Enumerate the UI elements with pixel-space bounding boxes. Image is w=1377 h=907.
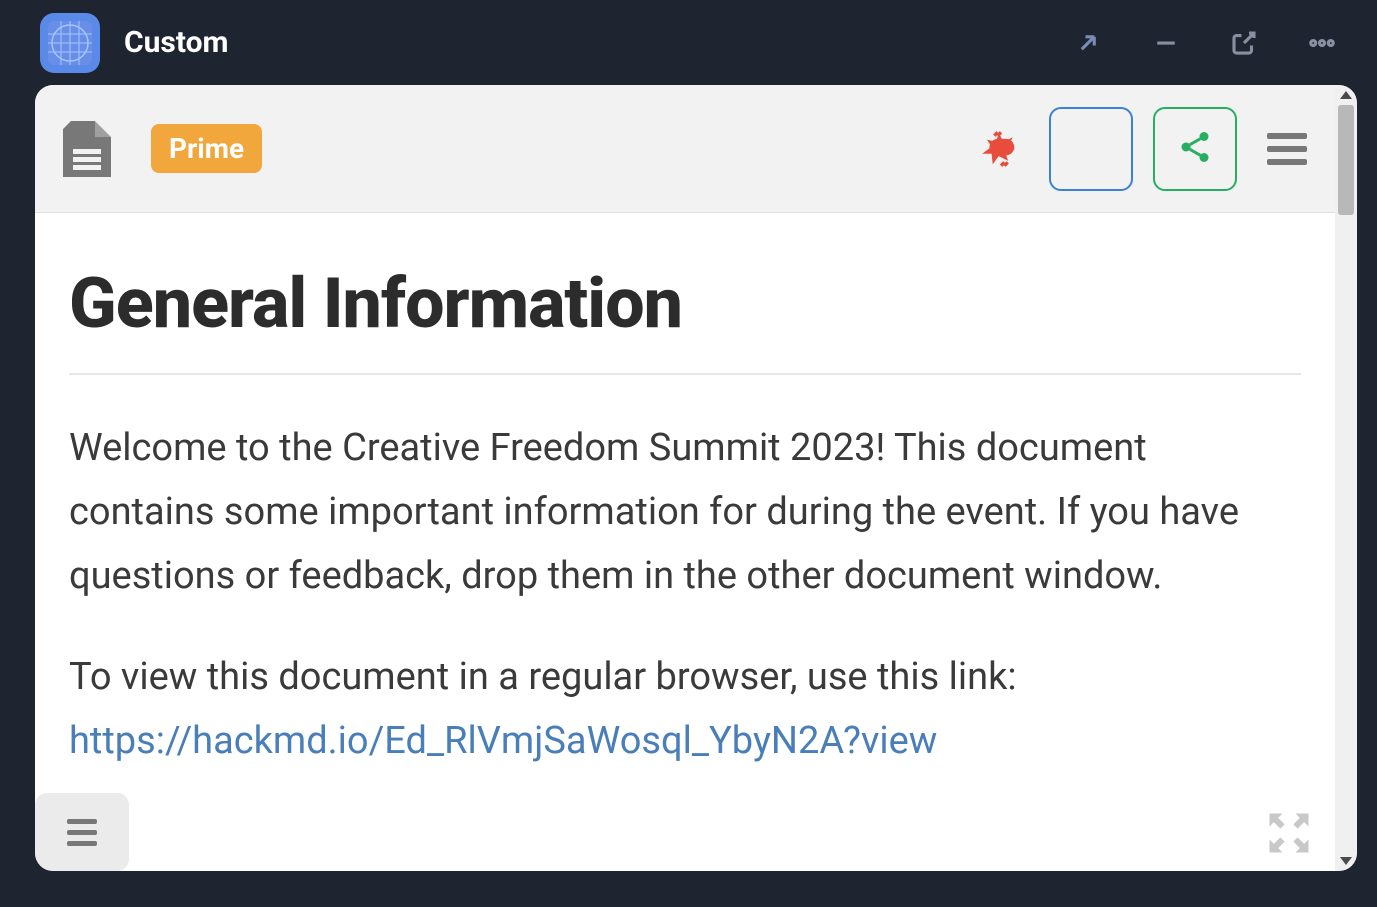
- scroll-down-icon[interactable]: [1340, 857, 1352, 865]
- document-body: General Information Welcome to the Creat…: [35, 213, 1335, 871]
- menu-icon[interactable]: [1267, 133, 1307, 165]
- content-inner: Prime: [35, 85, 1335, 871]
- window-chrome: Custom: [0, 0, 1377, 85]
- toolbar-right: [981, 107, 1307, 191]
- expand-arrow-icon[interactable]: [1073, 28, 1103, 58]
- share-icon: [1177, 129, 1213, 169]
- content-window: Prime: [35, 85, 1357, 871]
- prime-badge[interactable]: Prime: [151, 124, 262, 173]
- document-link[interactable]: https://hackmd.io/Ed_RlVmjSaWosql_YbyN2A…: [69, 719, 937, 763]
- scrollbar-thumb[interactable]: [1338, 105, 1354, 215]
- app-icon[interactable]: [40, 13, 100, 73]
- link-prefix-text: To view this document in a regular brows…: [69, 655, 1017, 699]
- document-toolbar: Prime: [35, 85, 1335, 213]
- more-icon[interactable]: [1307, 28, 1337, 58]
- scroll-up-icon[interactable]: [1340, 91, 1352, 99]
- fullscreen-icon[interactable]: [1263, 807, 1315, 863]
- document-icon[interactable]: [63, 121, 111, 177]
- page-title: General Information: [69, 263, 1301, 375]
- minimize-icon[interactable]: [1151, 28, 1181, 58]
- popout-icon[interactable]: [1229, 28, 1259, 58]
- share-button[interactable]: [1153, 107, 1237, 191]
- chrome-right: [1073, 28, 1337, 58]
- scrollbar[interactable]: [1335, 85, 1357, 871]
- floating-menu-button[interactable]: [35, 793, 129, 871]
- chrome-left: Custom: [40, 13, 229, 73]
- plug-icon[interactable]: [981, 129, 1021, 169]
- intro-paragraph: Welcome to the Creative Freedom Summit 2…: [69, 417, 1301, 608]
- blue-action-button[interactable]: [1049, 107, 1133, 191]
- toolbar-left: Prime: [63, 121, 262, 177]
- hamburger-icon: [67, 819, 97, 846]
- window-title: Custom: [124, 25, 229, 60]
- link-paragraph: To view this document in a regular brows…: [69, 646, 1301, 774]
